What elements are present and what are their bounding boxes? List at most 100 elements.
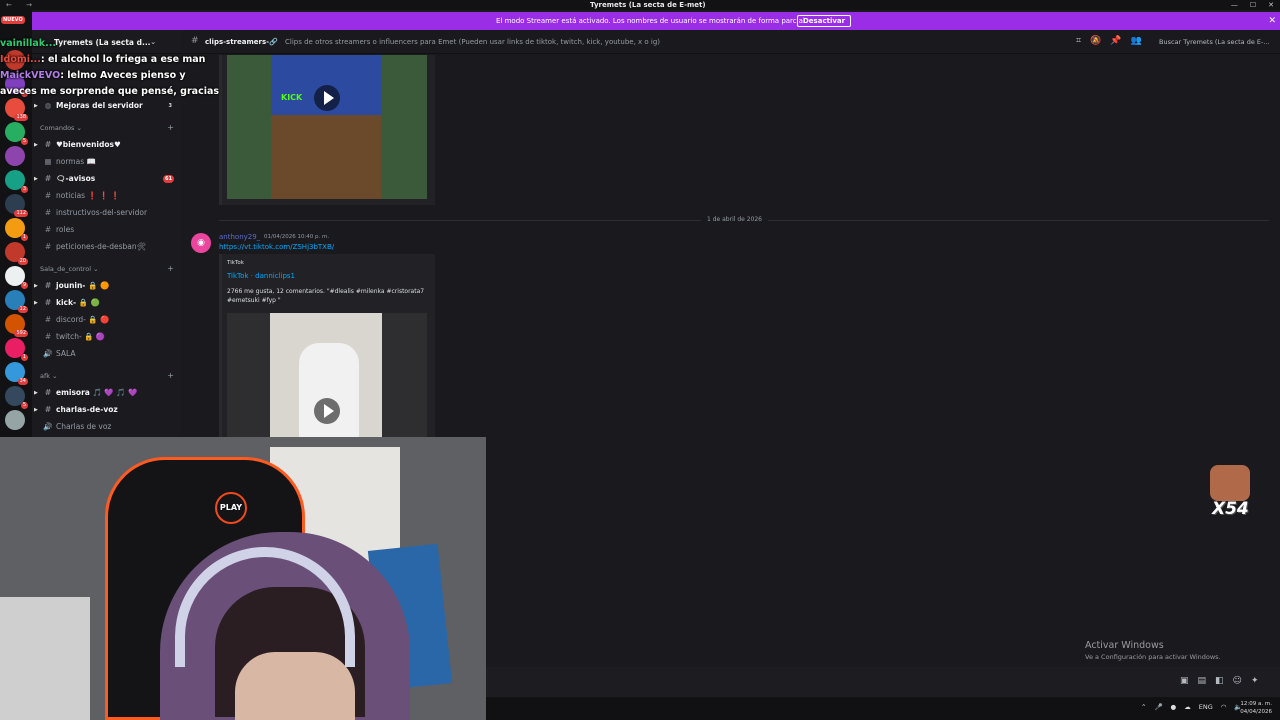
channel-item[interactable]: # noticias ❗ ❗ ❗: [40, 189, 180, 203]
channel-name: Mejoras del servidor: [56, 101, 143, 110]
embed-provider: TikTok: [227, 260, 244, 266]
embed-title[interactable]: TikTok · danniclips1: [227, 272, 295, 280]
server-icon[interactable]: 5: [5, 386, 28, 409]
channel-item[interactable]: 🔊 SALA: [40, 347, 180, 361]
apps-icon[interactable]: ✦: [1251, 676, 1259, 686]
add-channel-icon[interactable]: +: [167, 371, 174, 380]
server-icon[interactable]: 5: [5, 122, 28, 145]
message-composer[interactable]: [486, 667, 1280, 697]
channel-category[interactable]: Sala_de_control ⌄ +: [40, 264, 180, 273]
play-icon[interactable]: [314, 85, 340, 111]
channel-type-icon: #: [44, 332, 52, 341]
channel-item[interactable]: # roles: [40, 223, 180, 237]
channel-type-icon: #: [44, 225, 52, 234]
window-controls: — ☐ ✕: [1231, 0, 1274, 10]
search-input[interactable]: Buscar Tyremets (La secta de E-...: [1155, 36, 1275, 49]
expand-arrow-icon: ▶: [34, 176, 38, 182]
server-icon[interactable]: 1: [5, 338, 28, 361]
server-badge: 34: [17, 378, 28, 385]
channel-name: 🗨-avisos: [56, 174, 96, 183]
taskbar: ⌃ 🎤 ● ☁ ENG ◠ 🔈 12:09 a. m. 04/04/2026: [486, 697, 1280, 720]
channel-item[interactable]: # discord- 🔒 🔴: [40, 313, 180, 327]
server-icon[interactable]: 20: [5, 242, 28, 265]
channel-item[interactable]: ▶ # emisora 🎵 💜 🎵 💜: [34, 386, 180, 400]
discord-avatar[interactable]: ◉: [191, 233, 211, 253]
channel-type-icon: #: [44, 208, 52, 217]
server-icon[interactable]: 9: [5, 266, 28, 289]
message-author[interactable]: anthony29_: [219, 233, 260, 241]
server-icon[interactable]: 112: [5, 194, 28, 217]
close-banner-icon[interactable]: ✕: [1268, 12, 1276, 30]
mention-badge: 3: [168, 103, 172, 109]
emoji-icon[interactable]: ☺: [1233, 676, 1242, 686]
channel-item[interactable]: # twitch- 🔒 🟣: [40, 330, 180, 344]
server-badge: 5: [20, 402, 28, 409]
channel-item[interactable]: ▶ # ♥bienvenidos♥: [34, 138, 180, 152]
message-link[interactable]: https://vt.tiktok.com/ZSHj3bTXB/: [219, 243, 334, 251]
expand-arrow-icon: ▶: [34, 407, 38, 413]
server-icon[interactable]: 12: [5, 290, 28, 313]
channel-name: ♥bienvenidos♥: [56, 140, 121, 149]
cloud-icon[interactable]: ☁: [1184, 703, 1191, 711]
add-channel-icon[interactable]: +: [167, 264, 174, 273]
message-timestamp: 01/04/2026 10:40 p. m.: [264, 234, 330, 240]
channel-type-icon: #: [44, 242, 52, 251]
channel-item[interactable]: ▶ # charlas-de-voz: [34, 403, 180, 417]
threads-icon[interactable]: ⌗: [1076, 36, 1081, 46]
server-icon[interactable]: 34: [5, 362, 28, 385]
channel-item[interactable]: ▶ # jounin- 🔒 🟠: [34, 279, 180, 293]
mute-icon[interactable]: 🔕: [1090, 36, 1101, 46]
gift-icon[interactable]: ▣: [1180, 676, 1189, 686]
server-icon[interactable]: 3: [5, 170, 28, 193]
channel-name: normas 📖: [56, 157, 96, 166]
channel-category[interactable]: Comandos ⌄ +: [40, 123, 180, 132]
stream-chat-overlay: vainillak... Idomi...: el alcohol lo fri…: [0, 36, 220, 100]
maximize-button[interactable]: ☐: [1250, 0, 1256, 10]
wifi-icon[interactable]: ◠: [1221, 703, 1227, 711]
chevron-up-icon[interactable]: ⌃: [1141, 703, 1146, 711]
add-channel-icon[interactable]: +: [167, 123, 174, 132]
minimize-button[interactable]: —: [1231, 0, 1238, 10]
mic-icon[interactable]: 🎤: [1154, 703, 1162, 711]
server-badge: 592: [14, 330, 28, 337]
channel-name: Charlas de voz: [56, 422, 112, 431]
server-icon[interactable]: 592: [5, 314, 28, 337]
server-badge: 1: [20, 234, 28, 241]
nav-arrows[interactable]: ← →: [6, 0, 38, 10]
close-window-button[interactable]: ✕: [1268, 0, 1274, 10]
server-icon[interactable]: 1: [5, 218, 28, 241]
pin-icon[interactable]: 📌: [1110, 36, 1121, 46]
date-divider-label: 1 de abril de 2026: [701, 216, 769, 223]
gif-icon[interactable]: ▤: [1198, 676, 1207, 686]
server-icon[interactable]: [5, 410, 25, 430]
webcam-overlay: PLAY: [0, 437, 486, 720]
channel-name: roles: [56, 225, 75, 234]
channel-type-icon: 🔊: [43, 422, 53, 431]
members-icon[interactable]: 👥: [1131, 36, 1142, 46]
channel-item[interactable]: 🔊 Charlas de voz: [40, 420, 180, 434]
channel-item[interactable]: ▶ ◍ Mejoras del servidor 3: [34, 99, 180, 113]
streamer-mode-banner: El modo Streamer está activado. Los nomb…: [32, 12, 1280, 30]
embed-description: 2766 me gusta, 12 comentarios. "#dlealis…: [227, 288, 425, 304]
video-thumbnail[interactable]: KICK: [227, 55, 427, 199]
deactivate-streamer-button[interactable]: Desactivar: [797, 15, 852, 27]
chat-user: MaickVEVO: [0, 70, 61, 81]
language-indicator[interactable]: ENG: [1199, 703, 1213, 711]
server-badge: 3: [20, 186, 28, 193]
sticker-icon[interactable]: ◧: [1215, 676, 1224, 686]
channel-item[interactable]: # instructivos-del-servidor: [40, 206, 180, 220]
channel-item[interactable]: # peticiones-de-desban🛠: [40, 240, 180, 254]
server-icon[interactable]: 138: [5, 98, 28, 121]
channel-name: peticiones-de-desban🛠: [56, 242, 147, 251]
channel-type-icon: #: [44, 388, 52, 397]
channel-name: noticias ❗ ❗ ❗: [56, 191, 121, 200]
channel-item[interactable]: ▶ # kick- 🔒 🟢: [34, 296, 180, 310]
server-icon[interactable]: [5, 146, 25, 166]
record-icon[interactable]: ●: [1171, 703, 1177, 711]
channel-item[interactable]: ▦ normas 📖: [40, 155, 180, 169]
clock[interactable]: 12:09 a. m. 04/04/2026: [1240, 700, 1272, 716]
video-thumbnail[interactable]: [227, 313, 427, 437]
channel-category[interactable]: afk ⌄ +: [40, 371, 180, 380]
play-icon[interactable]: [314, 398, 340, 424]
channel-item[interactable]: ▶ # 🗨-avisos 61: [34, 172, 180, 186]
